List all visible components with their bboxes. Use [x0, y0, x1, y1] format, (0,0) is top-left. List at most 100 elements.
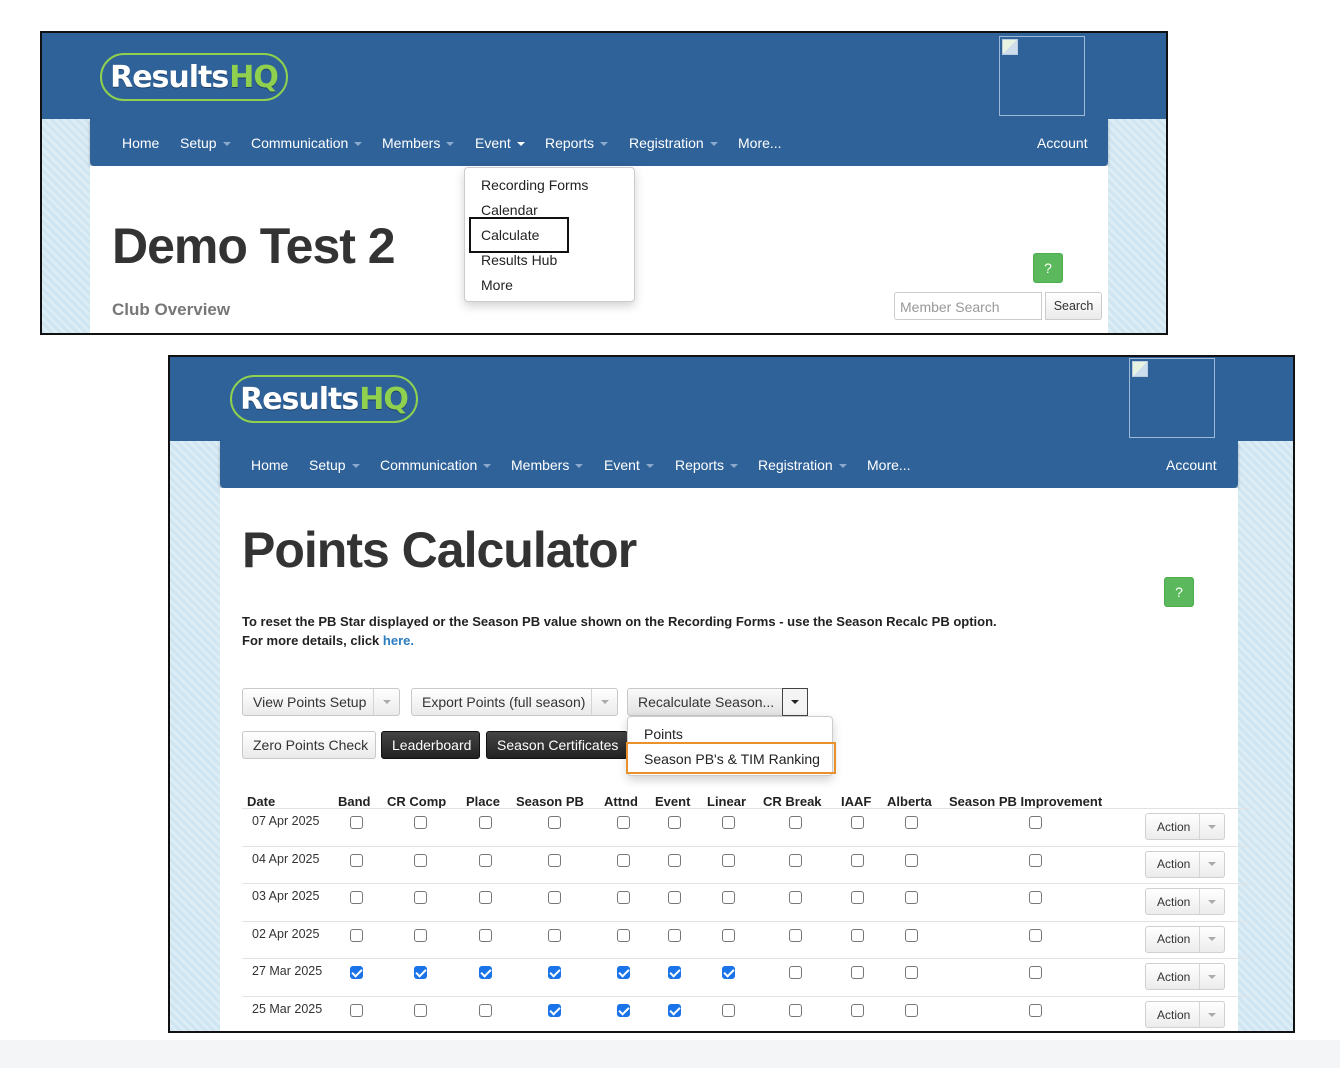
checkbox-cr-comp[interactable]	[414, 1004, 427, 1017]
checkbox-linear[interactable]	[722, 928, 735, 942]
checkbox-season-pb[interactable]	[548, 816, 561, 829]
checkbox-band[interactable]	[350, 1004, 363, 1017]
nav-communication[interactable]: Communication	[251, 135, 363, 151]
checkbox-place[interactable]	[479, 928, 492, 942]
checkbox-place[interactable]	[479, 853, 492, 867]
checkbox-band[interactable]	[350, 928, 363, 942]
checkbox-attnd[interactable]	[617, 928, 630, 942]
checkbox-iaaf[interactable]	[851, 928, 864, 942]
checkbox-season-pb-improvement[interactable]	[1029, 928, 1042, 942]
checkbox-season-pb[interactable]	[548, 928, 561, 942]
action-dropdown-toggle[interactable]	[1199, 926, 1224, 952]
checkbox-alberta[interactable]	[905, 891, 918, 905]
checkbox-season-pb-improvement[interactable]	[1029, 853, 1042, 867]
resultshq-logo[interactable]: Results HQ	[230, 375, 418, 423]
checkbox-cr-break[interactable]	[789, 853, 802, 867]
nav-event[interactable]: Event	[604, 457, 654, 473]
checkbox-season-pb[interactable]	[548, 891, 561, 905]
nav-registration[interactable]: Registration	[629, 135, 718, 151]
action-button[interactable]: Action	[1145, 888, 1225, 916]
checkbox-season-pb-improvement[interactable]	[1029, 816, 1042, 829]
checkbox-alberta[interactable]	[905, 853, 918, 867]
checkbox-iaaf[interactable]	[851, 966, 864, 980]
checkbox-season-pb-improvement[interactable]	[1029, 891, 1042, 905]
checkbox-cr-comp[interactable]	[414, 891, 427, 905]
nav-home[interactable]: Home	[251, 457, 288, 473]
checkbox-event[interactable]	[668, 1004, 681, 1017]
nav-account[interactable]: Account	[1166, 457, 1217, 473]
checkbox-cr-break[interactable]	[789, 928, 802, 942]
checkbox-season-pb-improvement[interactable]	[1029, 1004, 1042, 1017]
export-points-button[interactable]: Export Points (full season)	[411, 688, 618, 716]
checkbox-linear[interactable]	[722, 891, 735, 905]
checkbox-event[interactable]	[668, 853, 681, 867]
recalculate-season-button[interactable]: Recalculate Season...	[627, 688, 808, 716]
checkbox-linear[interactable]	[722, 966, 735, 980]
view-points-setup-button[interactable]: View Points Setup	[242, 688, 400, 716]
checkbox-place[interactable]	[479, 966, 492, 980]
nav-registration[interactable]: Registration	[758, 457, 847, 473]
checkbox-place[interactable]	[479, 891, 492, 905]
checkbox-linear[interactable]	[722, 816, 735, 829]
checkbox-cr-break[interactable]	[789, 966, 802, 980]
checkbox-band[interactable]	[350, 816, 363, 829]
checkbox-cr-comp[interactable]	[414, 966, 427, 980]
checkbox-cr-break[interactable]	[789, 891, 802, 905]
search-button[interactable]: Search	[1045, 292, 1102, 320]
resultshq-logo[interactable]: Results HQ	[100, 53, 288, 101]
checkbox-event[interactable]	[668, 966, 681, 980]
checkbox-cr-comp[interactable]	[414, 853, 427, 867]
action-dropdown-toggle[interactable]	[1199, 851, 1224, 877]
checkbox-iaaf[interactable]	[851, 891, 864, 905]
action-dropdown-toggle[interactable]	[1199, 1002, 1224, 1027]
checkbox-event[interactable]	[668, 816, 681, 829]
action-dropdown-toggle[interactable]	[1199, 889, 1224, 915]
export-points-dropdown-toggle[interactable]	[591, 689, 617, 715]
checkbox-season-pb[interactable]	[548, 966, 561, 980]
checkbox-season-pb[interactable]	[548, 853, 561, 867]
view-points-dropdown-toggle[interactable]	[373, 689, 399, 715]
action-button[interactable]: Action	[1145, 1001, 1225, 1028]
checkbox-iaaf[interactable]	[851, 853, 864, 867]
checkbox-attnd[interactable]	[617, 966, 630, 980]
zero-points-check-button[interactable]: Zero Points Check	[242, 731, 376, 759]
checkbox-event[interactable]	[668, 891, 681, 905]
checkbox-band[interactable]	[350, 853, 363, 867]
checkbox-linear[interactable]	[722, 1004, 735, 1017]
nav-home[interactable]: Home	[122, 135, 159, 151]
checkbox-event[interactable]	[668, 928, 681, 942]
checkbox-attnd[interactable]	[617, 816, 630, 829]
checkbox-cr-comp[interactable]	[414, 816, 427, 829]
action-button[interactable]: Action	[1145, 813, 1225, 840]
action-button[interactable]: Action	[1145, 850, 1225, 878]
checkbox-band[interactable]	[350, 966, 363, 980]
member-search-input[interactable]: Member Search	[894, 292, 1042, 320]
nav-more[interactable]: More...	[738, 135, 782, 151]
menu-item-recording-forms[interactable]: Recording Forms	[481, 177, 588, 193]
checkbox-attnd[interactable]	[617, 891, 630, 905]
nav-setup[interactable]: Setup	[180, 135, 231, 151]
checkbox-cr-comp[interactable]	[414, 928, 427, 942]
action-button[interactable]: Action	[1145, 963, 1225, 991]
checkbox-band[interactable]	[350, 891, 363, 905]
checkbox-alberta[interactable]	[905, 928, 918, 942]
leaderboard-button[interactable]: Leaderboard	[381, 731, 480, 759]
checkbox-iaaf[interactable]	[851, 1004, 864, 1017]
action-dropdown-toggle[interactable]	[1199, 814, 1224, 839]
help-button[interactable]: ?	[1164, 577, 1194, 607]
action-button[interactable]: Action	[1145, 925, 1225, 953]
nav-event[interactable]: Event	[475, 135, 525, 151]
info-here-link[interactable]: here.	[383, 633, 414, 648]
nav-members[interactable]: Members	[382, 135, 455, 151]
nav-reports[interactable]: Reports	[545, 135, 609, 151]
checkbox-season-pb-improvement[interactable]	[1029, 966, 1042, 980]
checkbox-attnd[interactable]	[617, 853, 630, 867]
recalculate-dropdown-toggle[interactable]	[782, 688, 808, 716]
action-dropdown-toggle[interactable]	[1199, 964, 1224, 990]
menu-item-results-hub[interactable]: Results Hub	[481, 252, 557, 268]
checkbox-cr-break[interactable]	[789, 816, 802, 829]
checkbox-alberta[interactable]	[905, 816, 918, 829]
checkbox-linear[interactable]	[722, 853, 735, 867]
menu-item-points[interactable]: Points	[644, 726, 683, 742]
nav-members[interactable]: Members	[511, 457, 584, 473]
